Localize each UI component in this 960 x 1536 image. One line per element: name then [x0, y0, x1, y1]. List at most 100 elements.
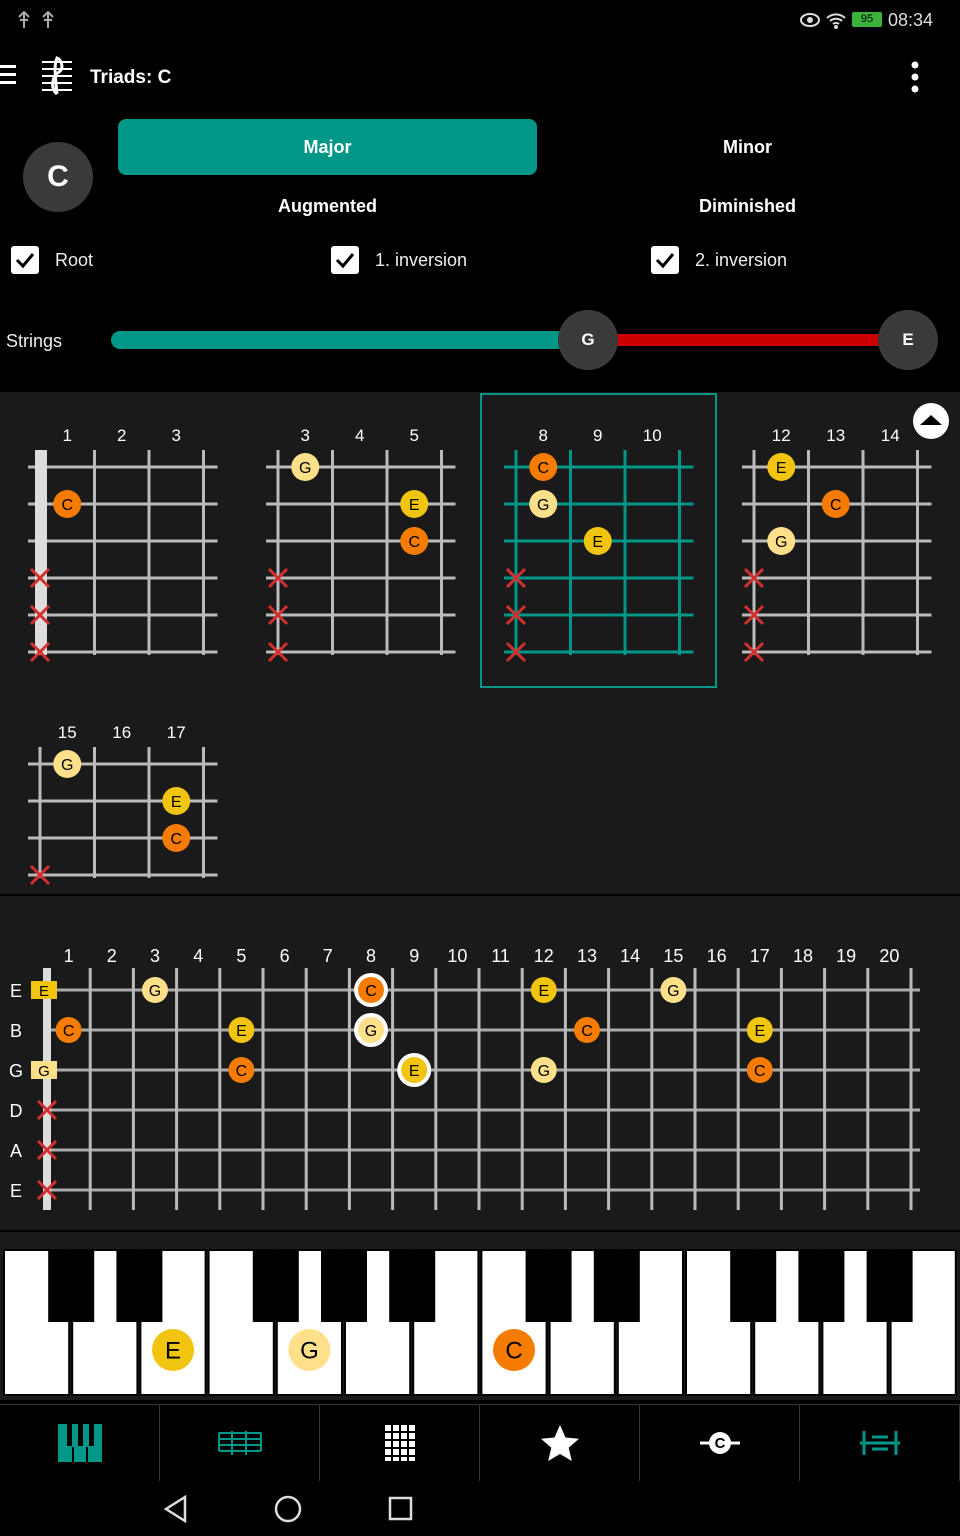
augmented-button[interactable]: Augmented: [118, 178, 537, 234]
svg-text:E: E: [409, 1063, 420, 1080]
piano-black-key: [730, 1250, 777, 1322]
piano-black-key: [525, 1250, 572, 1322]
svg-text:G: G: [775, 534, 787, 551]
fret-number: 15: [663, 946, 683, 966]
note-marker-G: G: [142, 977, 168, 1003]
note-marker-G: G: [358, 1017, 384, 1043]
chord-diagram[interactable]: 8 9 10 C G E: [480, 393, 717, 688]
second-inversion-checkbox[interactable]: 2. inversion: [651, 246, 787, 274]
piano-keyboard: EGC: [3, 1249, 957, 1396]
note-marker-E: E: [401, 1057, 428, 1083]
nav-grid[interactable]: [320, 1404, 480, 1481]
note-marker-G: G: [767, 527, 796, 555]
svg-text:C: C: [537, 460, 549, 477]
nav-guitar[interactable]: [800, 1404, 960, 1481]
fret-number: 16: [112, 723, 131, 742]
svg-text:G: G: [149, 983, 161, 1000]
first-inversion-label: 1. inversion: [375, 249, 468, 270]
nav-score[interactable]: [160, 1404, 320, 1481]
nut: [43, 968, 51, 1210]
piano-black-key: [798, 1250, 845, 1322]
collapse-up-icon[interactable]: [912, 402, 950, 440]
nav-piano[interactable]: [0, 1404, 160, 1481]
piano-black-key: [389, 1250, 436, 1322]
nav-favorites[interactable]: [480, 1404, 640, 1481]
usb-icon: [18, 10, 54, 28]
nut: [35, 450, 47, 655]
second-inversion-label: 2. inversion: [695, 249, 788, 270]
home-icon[interactable]: [274, 1495, 302, 1523]
fret-number: 12: [534, 946, 554, 966]
svg-text:G: G: [61, 757, 73, 774]
string-name: E: [10, 1181, 22, 1201]
fret-number: 10: [447, 946, 467, 966]
fret-number: 8: [366, 946, 376, 966]
note-marker-E: E: [530, 977, 557, 1003]
fret-number: 14: [881, 426, 900, 445]
note-marker-G: G: [291, 453, 320, 481]
piano-black-key: [866, 1250, 913, 1322]
diminished-button[interactable]: Diminished: [538, 178, 957, 234]
fret-number: 1: [63, 426, 72, 445]
fret-number: 3: [150, 946, 160, 966]
svg-text:C: C: [408, 534, 420, 551]
piano-black-key: [116, 1250, 163, 1322]
page-title: Triads: C: [90, 67, 172, 88]
fret-number: 20: [879, 946, 899, 966]
more-options-icon[interactable]: [908, 60, 922, 94]
string-name: G: [9, 1061, 23, 1081]
svg-text:E: E: [592, 534, 603, 551]
note-marker-G: G: [288, 1329, 331, 1371]
svg-text:C: C: [830, 497, 842, 514]
piano-panel: EGC: [0, 1232, 960, 1400]
strings-high-handle[interactable]: E: [878, 310, 938, 370]
svg-text:E: E: [236, 1023, 247, 1040]
svg-text:C: C: [714, 1435, 725, 1452]
piano-black-key: [321, 1250, 367, 1322]
fret-number: 14: [620, 946, 640, 966]
fret-number: 4: [193, 946, 203, 966]
svg-text:G: G: [365, 1023, 377, 1040]
fret-number: 1: [64, 946, 74, 966]
string-name: D: [10, 1101, 23, 1121]
svg-text:E: E: [538, 983, 549, 1000]
bottom-navigation: C: [0, 1404, 960, 1481]
fret-number: 9: [593, 426, 602, 445]
checkmark-icon: [651, 246, 679, 274]
strings-low-handle[interactable]: G: [558, 310, 618, 370]
chord-diagram[interactable]: 15 16 17 G E C: [28, 723, 218, 886]
chord-diagram[interactable]: 12 13 14 E C G: [742, 426, 932, 663]
minor-button[interactable]: Minor: [538, 119, 957, 175]
svg-text:C: C: [505, 1338, 522, 1365]
svg-text:E: E: [754, 1023, 765, 1040]
piano-black-key: [252, 1250, 299, 1322]
first-inversion-checkbox[interactable]: 1. inversion: [331, 246, 467, 274]
fret-number: 19: [836, 946, 856, 966]
fret-number: 8: [539, 426, 548, 445]
root-note-button[interactable]: C: [23, 142, 93, 212]
fret-number: 17: [167, 723, 186, 742]
note-marker-C: C: [53, 490, 82, 518]
chord-diagram[interactable]: 3 4 5 G E C: [266, 426, 456, 663]
svg-text:E: E: [171, 794, 182, 811]
chord-root-icon: C: [699, 1432, 740, 1454]
note-marker-E: E: [162, 787, 191, 815]
root-checkbox-label: Root: [55, 249, 94, 270]
piano-black-key: [593, 1250, 640, 1322]
note-marker-E: E: [583, 527, 612, 555]
recents-icon[interactable]: [388, 1496, 414, 1522]
major-button[interactable]: Major: [118, 119, 537, 175]
svg-text:G: G: [38, 1063, 50, 1080]
svg-text:E: E: [165, 1338, 181, 1365]
back-icon[interactable]: [163, 1495, 189, 1523]
fret-number: 3: [301, 426, 310, 445]
piano-icon: [57, 1424, 102, 1462]
nav-chord-root[interactable]: C: [640, 1404, 800, 1481]
root-checkbox[interactable]: Root: [11, 246, 93, 274]
piano-black-key: [48, 1250, 95, 1322]
note-marker-C: C: [55, 1017, 82, 1043]
fret-number: 13: [577, 946, 597, 966]
menu-icon[interactable]: [0, 62, 18, 88]
string-name: E: [10, 981, 22, 1001]
chord-diagram[interactable]: 1 2 3 C: [28, 426, 218, 663]
